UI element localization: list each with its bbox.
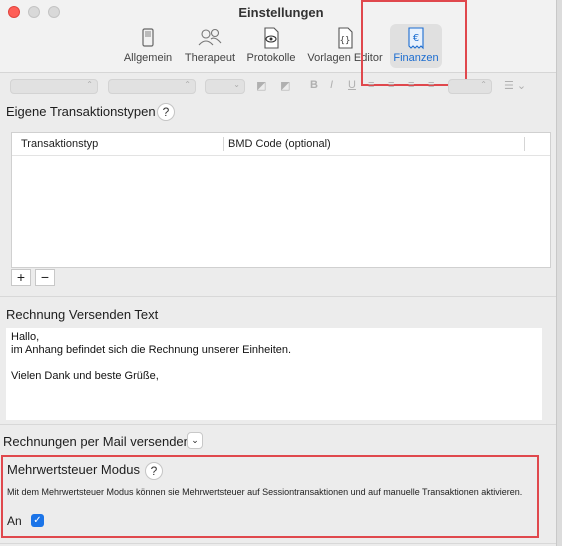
- invoice-text-line: im Anhang befindet sich die Rechnung uns…: [11, 344, 292, 356]
- eye-document-icon: [264, 27, 279, 49]
- font-style-popup[interactable]: ⌃: [108, 79, 196, 94]
- tab-allgemein[interactable]: Allgemein: [121, 24, 175, 68]
- add-transaction-type-button[interactable]: +: [11, 269, 31, 286]
- section-divider: [0, 543, 556, 544]
- invoice-text-editor[interactable]: Hallo, im Anhang befindet sich die Rechn…: [6, 328, 542, 420]
- underline-icon[interactable]: U: [348, 79, 356, 91]
- mail-send-popup-button[interactable]: ⌄: [187, 432, 203, 449]
- column-header-transaktionstyp[interactable]: Transaktionstyp: [21, 133, 98, 155]
- invoice-text-line: Vielen Dank und beste Grüße,: [11, 370, 159, 382]
- vat-highlight-frame: [1, 455, 539, 538]
- background-color-icon[interactable]: ◩: [280, 79, 290, 92]
- transactions-table[interactable]: Transaktionstyp BMD Code (optional): [11, 132, 551, 268]
- tab-allgemein-label: Allgemein: [123, 52, 173, 64]
- chevron-down-icon: ⌄: [191, 435, 199, 445]
- invoice-text-line: Hallo,: [11, 331, 40, 343]
- bold-icon[interactable]: B: [310, 79, 318, 91]
- section-divider: [0, 296, 556, 297]
- column-divider: [223, 137, 224, 151]
- invoice-text-heading: Rechnung Versenden Text: [6, 307, 159, 322]
- table-header-separator: [12, 155, 550, 156]
- people-icon: [198, 28, 222, 46]
- window-title: Einstellungen: [238, 5, 324, 20]
- list-icon[interactable]: ☰ ⌄: [504, 79, 526, 92]
- mail-send-label: Rechnungen per Mail versenden: [3, 434, 191, 449]
- column-header-bmd-code[interactable]: BMD Code (optional): [228, 133, 331, 155]
- transactions-heading: Eigene Transaktionstypen: [6, 104, 156, 119]
- align-left-icon[interactable]: ≡: [368, 79, 374, 91]
- tab-therapeut-label: Therapeut: [184, 52, 236, 64]
- align-center-icon[interactable]: ≡: [388, 79, 394, 91]
- invoice-text-empty-line: [11, 357, 537, 370]
- format-toolbar: ⌃ ⌃ ⌄ ◩ ◩ B I U ≡ ≡ ≡ ≡ ⌃ ☰ ⌄: [0, 74, 556, 100]
- transactions-help-button[interactable]: ?: [157, 103, 175, 121]
- column-divider: [524, 137, 525, 151]
- titlebar: Einstellungen Allgemein Therapeut Protok…: [0, 0, 556, 73]
- switch-icon: [142, 28, 154, 47]
- font-family-popup[interactable]: ⌃: [10, 79, 98, 94]
- braces-document-icon: {}: [338, 27, 353, 49]
- italic-icon[interactable]: I: [330, 79, 333, 91]
- text-color-icon[interactable]: ◩: [256, 79, 266, 92]
- align-right-icon[interactable]: ≡: [408, 79, 414, 91]
- tab-protokolle-label: Protokolle: [246, 52, 296, 64]
- justify-icon[interactable]: ≡: [428, 79, 434, 91]
- section-divider: [0, 424, 556, 425]
- svg-text:{}: {}: [340, 36, 351, 46]
- tab-therapeut[interactable]: Therapeut: [181, 24, 239, 68]
- settings-window: Einstellungen Allgemein Therapeut Protok…: [0, 0, 557, 546]
- spacing-popup[interactable]: ⌃: [448, 79, 492, 94]
- remove-transaction-type-button[interactable]: −: [35, 269, 55, 286]
- font-size-popup[interactable]: ⌄: [205, 79, 245, 94]
- tab-protokolle[interactable]: Protokolle: [244, 24, 298, 68]
